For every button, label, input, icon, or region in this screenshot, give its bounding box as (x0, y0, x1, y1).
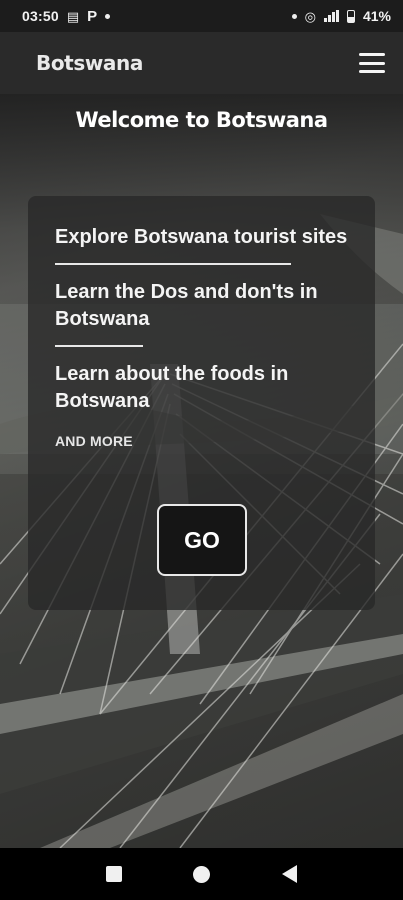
news-icon: ▤ (66, 8, 80, 24)
divider (55, 263, 291, 265)
and-more-label: AND MORE (55, 433, 133, 449)
circle-icon (192, 865, 210, 883)
system-navigation-bar (0, 848, 403, 900)
status-bar: 03:50 ▤ P ◎ 41% (0, 0, 403, 32)
feature-item-foods: Learn about the foods in Botswana (55, 363, 289, 412)
home-button[interactable] (189, 862, 213, 886)
feature-card: Explore Botswana tourist sites Learn the… (28, 196, 375, 610)
notification-dot-icon (291, 13, 297, 19)
page-heading: Welcome to Botswana (75, 108, 328, 132)
feature-item-dos-and-donts: Learn the Dos and don'ts in Botswana (55, 281, 318, 330)
battery-level: 41% (362, 8, 391, 24)
hotspot-icon: ◎ (304, 8, 316, 24)
feature-item-tourist-sites: Explore Botswana tourist sites (55, 226, 348, 248)
hamburger-menu-icon[interactable] (359, 53, 385, 73)
clock: 03:50 (22, 8, 59, 24)
back-button[interactable] (277, 862, 301, 886)
battery-icon (346, 9, 355, 23)
status-bar-left: 03:50 ▤ P (22, 7, 111, 25)
recents-button[interactable] (102, 862, 126, 886)
parking-notification-icon: P (87, 7, 98, 25)
status-bar-right: ◎ 41% (291, 8, 391, 24)
app-title: Botswana (36, 51, 143, 75)
notification-dot-icon (105, 13, 111, 19)
square-icon (105, 866, 122, 882)
signal-icon (323, 10, 339, 22)
triangle-back-icon (281, 865, 297, 883)
go-button[interactable]: GO (157, 504, 247, 576)
app-bar: Botswana (0, 32, 403, 94)
divider (55, 345, 143, 347)
